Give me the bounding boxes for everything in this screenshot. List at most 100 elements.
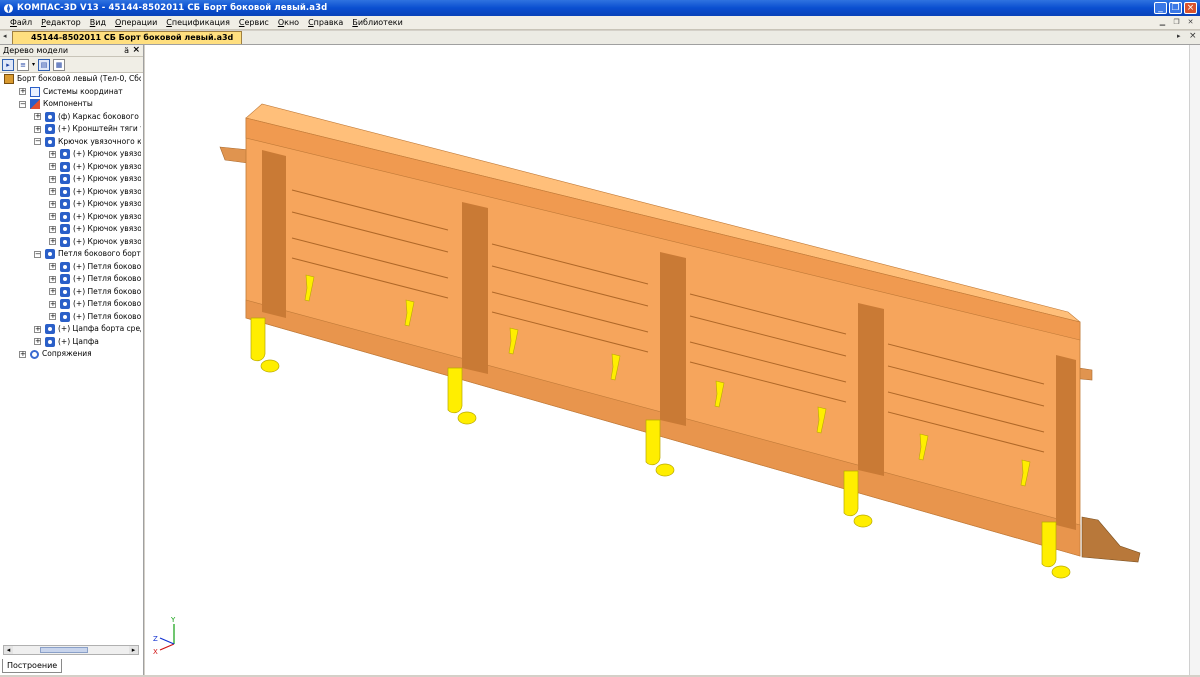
tree-item[interactable]: + (+) Петля бокового бор <box>49 261 141 273</box>
menu-bar: Файл Редактор Вид Операции Спецификация … <box>0 16 1200 30</box>
tree-item[interactable]: + (+) Петля бокового бор <box>49 273 141 285</box>
menu-operations[interactable]: Операции <box>115 18 157 27</box>
expand-icon[interactable]: + <box>49 200 56 208</box>
tree-item[interactable]: + (+) Цапфа борта средних з <box>34 323 141 335</box>
tree-item-label: (ф) Каркас бокового борта <box>58 111 141 121</box>
tree-item[interactable]: + (+) Петля бокового бор <box>49 311 141 323</box>
collapse-icon[interactable]: − <box>34 138 41 145</box>
3d-viewport[interactable]: Y X Z <box>145 45 1200 675</box>
scroll-left-icon[interactable]: ◂ <box>4 646 13 654</box>
components-group-icon <box>30 99 40 109</box>
tree-item[interactable]: + (+) Крючок увязочного <box>49 186 141 198</box>
expand-icon[interactable]: + <box>49 163 56 170</box>
collapse-icon[interactable]: − <box>19 100 26 108</box>
restore-icon[interactable]: ❐ <box>1169 2 1182 14</box>
expand-icon[interactable]: + <box>34 125 41 133</box>
minimize-icon[interactable]: _ <box>1154 2 1167 14</box>
collapse-icon[interactable]: − <box>34 250 41 258</box>
expand-icon[interactable]: + <box>49 313 56 320</box>
menu-help[interactable]: Справка <box>308 18 343 27</box>
expand-icon[interactable]: + <box>49 175 56 183</box>
tree-structure-icon[interactable]: ≡ <box>17 58 29 71</box>
title-bar: КОМПАС-3D V13 - 45144-8502011 СБ Борт бо… <box>0 0 1200 16</box>
assembly-icon <box>4 74 14 84</box>
expand-icon[interactable]: + <box>49 238 56 245</box>
component-icon <box>60 174 70 184</box>
y-axis-label: Y <box>170 616 176 624</box>
close-icon[interactable]: × <box>132 45 140 56</box>
expand-icon[interactable]: + <box>49 263 56 270</box>
dropdown-arrow-icon[interactable]: ▾ <box>32 61 35 68</box>
expand-icon[interactable]: + <box>49 188 56 195</box>
tree-item[interactable]: + (+) Крючок увязочного <box>49 173 141 185</box>
tree-item-label: (+) Крючок увязочного <box>73 186 141 196</box>
expand-icon[interactable]: + <box>34 338 41 345</box>
menu-libraries[interactable]: Библиотеки <box>352 18 402 27</box>
tree-item-label: Борт боковой левый (Тел-0, Сборочн <box>17 74 141 83</box>
tree-item[interactable]: − Компоненты <box>19 98 93 110</box>
component-icon <box>60 161 70 172</box>
document-tab[interactable]: 45144-8502011 СБ Борт боковой левый.a3d <box>12 31 243 44</box>
tree-item[interactable]: Борт боковой левый (Тел-0, Сборочн <box>4 73 141 85</box>
tree-item[interactable]: − Крючок увязочного каната <box>34 136 141 148</box>
expand-icon[interactable]: + <box>49 225 56 233</box>
tree-horizontal-scrollbar[interactable]: ◂ ▸ <box>3 645 139 655</box>
doc-minimize-icon[interactable]: ▁ <box>1157 18 1168 27</box>
z-axis-label: Z <box>153 635 158 643</box>
tree-item[interactable]: + Сопряжения <box>19 348 92 360</box>
tree-item[interactable]: + (+) Крючок увязочного <box>49 223 141 235</box>
tree-item[interactable]: + (ф) Каркас бокового борта <box>34 111 141 123</box>
build-tab-label: Построение <box>7 661 58 670</box>
tree-item[interactable]: + (+) Крючок увязочного <box>49 198 141 210</box>
viewport-vertical-scrollbar[interactable] <box>1189 45 1200 675</box>
scroll-right-icon[interactable]: ▸ <box>129 646 138 654</box>
menu-specification[interactable]: Спецификация <box>166 18 230 27</box>
tree-item-label: (+) Цапфа <box>58 336 99 346</box>
tree-item[interactable]: + (+) Петля бокового бор <box>49 298 141 310</box>
right-pin-lug <box>1081 516 1141 563</box>
tree-item[interactable]: + (+) Крючок увязочного <box>49 161 141 173</box>
tab-scroll-left-icon[interactable]: ◂ <box>3 32 7 40</box>
expand-icon[interactable]: + <box>49 275 56 283</box>
tree-filter-icon[interactable]: ▤ <box>38 58 51 71</box>
document-tab-bar: ◂ 45144-8502011 СБ Борт боковой левый.a3… <box>0 31 1200 45</box>
scrollbar-thumb[interactable] <box>40 647 88 653</box>
expand-icon[interactable]: + <box>34 325 41 333</box>
tree-item[interactable]: + (+) Кронштейн тяги торсио <box>34 123 141 135</box>
menu-view[interactable]: Вид <box>90 18 106 27</box>
build-tab[interactable]: Построение <box>2 659 63 673</box>
tree-item-label: (+) Крючок увязочного <box>73 149 141 158</box>
tree-item[interactable]: + (+) Крючок увязочного <box>49 236 141 248</box>
expand-icon[interactable]: + <box>49 300 56 308</box>
doc-restore-icon[interactable]: ❐ <box>1171 18 1182 27</box>
menu-window[interactable]: Окно <box>278 18 299 27</box>
close-window-icon[interactable]: × <box>1184 2 1197 14</box>
tree-item[interactable]: − Петля бокового борта (x5) <box>34 248 141 260</box>
tree-item[interactable]: + Системы координат <box>19 86 123 98</box>
tab-close-icon[interactable]: × <box>1189 31 1197 41</box>
tree-settings-icon[interactable]: ▦ <box>53 58 66 71</box>
tree-item-label: (+) Крючок увязочного <box>73 199 141 208</box>
tree-item[interactable]: + (+) Цапфа <box>34 336 99 348</box>
pin-icon[interactable]: ä <box>124 45 129 56</box>
expand-icon[interactable]: + <box>49 213 56 220</box>
menu-edit[interactable]: Редактор <box>41 18 81 27</box>
tree-item-label: (+) Петля бокового бор <box>73 286 141 296</box>
menu-file[interactable]: Файл <box>10 18 32 27</box>
expand-icon[interactable]: + <box>19 350 26 358</box>
expand-icon[interactable]: + <box>34 113 41 120</box>
component-icon <box>60 299 70 309</box>
tab-scroll-right-icon[interactable]: ▸ <box>1177 32 1181 40</box>
expand-icon[interactable]: + <box>49 150 56 158</box>
menu-service[interactable]: Сервис <box>239 18 269 27</box>
expand-icon[interactable]: + <box>19 88 26 95</box>
tree-item[interactable]: + (+) Крючок увязочного <box>49 148 141 160</box>
tree-item[interactable]: + (+) Петля бокового бор <box>49 286 141 298</box>
tree-item[interactable]: + (+) Крючок увязочного <box>49 211 141 223</box>
tree-item-label: Крючок увязочного каната <box>58 136 141 146</box>
expand-icon[interactable]: + <box>49 288 56 295</box>
model-canvas[interactable]: Y X Z <box>145 45 1190 675</box>
tree-item-label: (+) Крючок увязочного <box>73 161 141 171</box>
doc-close-icon[interactable]: ✕ <box>1185 18 1196 27</box>
tree-view-mode-icon[interactable]: ▸ <box>2 58 14 71</box>
